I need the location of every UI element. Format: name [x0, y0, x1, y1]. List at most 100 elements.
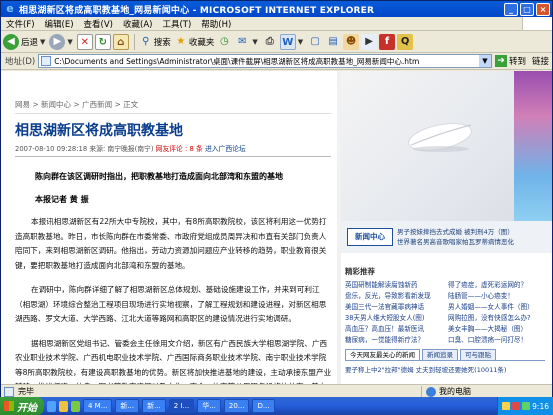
forward-button[interactable]: ▶ ▼ — [49, 32, 74, 52]
desktop-quicklaunch-icon[interactable] — [71, 400, 80, 412]
address-bar: 地址(D) C:\Documents and Settings\Administ… — [1, 53, 552, 70]
taskbar-button[interactable]: 新... — [142, 399, 166, 413]
links-button[interactable]: 链接 — [529, 55, 552, 67]
folder-quicklaunch-icon[interactable] — [59, 400, 68, 412]
research-button[interactable]: ▤ — [325, 32, 341, 52]
stop-button[interactable]: ✕ — [76, 32, 93, 52]
breadcrumb[interactable]: 网易 > 新闻中心 > 广西新闻 > 正文 — [15, 97, 331, 114]
mail-icon: ✉ — [238, 35, 247, 47]
recommend-link[interactable]: 英国研制能解读腐蚀新药 — [345, 280, 446, 291]
flash-button[interactable]: f — [379, 32, 396, 52]
stop-icon: ✕ — [76, 33, 93, 50]
tab-hot-news[interactable]: 今天网友最关心的新闻 — [345, 349, 420, 360]
recommend-link[interactable]: 网购拉图，没有快感怎么办? — [448, 313, 549, 324]
menu-view[interactable]: 查看(V) — [79, 18, 118, 30]
article-paragraph: 据相思湖新区党组书记、管委会主任徐用文介绍，新区有广西民族大学相思湖学院、广西农… — [15, 338, 332, 385]
news-tabs: 今天网友最关心的新闻 新闻追录 可与跟贴 — [345, 349, 545, 361]
recommend-link[interactable]: 糖尿病，一觉能得新疗法？ — [345, 335, 446, 346]
recommend-link[interactable]: 陆肠管——小心癌变！ — [448, 291, 549, 302]
print-button[interactable]: ⎙ — [262, 32, 278, 52]
taskbar-button[interactable]: 新... — [115, 399, 140, 413]
taskbar-button[interactable]: D... — [252, 399, 275, 413]
go-button[interactable]: ➜ 转到 — [492, 55, 529, 67]
toolbar-divider — [133, 33, 135, 50]
refresh-button[interactable]: ↻ — [94, 32, 111, 52]
start-label: 开始 — [17, 402, 37, 414]
menu-tools[interactable]: 工具(T) — [157, 18, 196, 30]
menu-favorites[interactable]: 收藏(A) — [118, 18, 157, 30]
article-meta: 2007-08-10 09:28:18 来源: 南宁晚报(南宁) 网友评论 : … — [15, 143, 341, 153]
tray-icon[interactable] — [522, 402, 531, 410]
news-headline-link[interactable]: 男子按妹摔挡去式成婚 被判刑4万（图） — [397, 227, 514, 237]
search-icon: ⚲ — [142, 35, 150, 47]
mail-button[interactable]: ✉ ▼ — [234, 32, 259, 52]
go-label: 转到 — [508, 57, 526, 67]
history-button[interactable]: ◷ — [216, 32, 232, 52]
clock[interactable]: 9:16 — [532, 402, 549, 411]
minimize-button[interactable]: _ — [504, 2, 518, 16]
page-content: 网易 > 新闻中心 > 广西新闻 > 正文 相思湖新区将成高职教基地 2007-… — [1, 71, 552, 384]
recommend-link[interactable]: 美国三代一法官藏罪病神话 — [345, 302, 446, 313]
maximize-button[interactable]: □ — [520, 2, 534, 16]
home-button[interactable]: ⌂ — [112, 32, 129, 52]
taskbar-button[interactable]: 2 I... — [168, 399, 195, 413]
back-button[interactable]: ◀ 后退 ▼ — [3, 32, 47, 52]
toolbar: ◀ 后退 ▼ ▶ ▼ ✕ ↻ ⌂ ⚲ 搜索 ★ 收藏夹 ◷ ✉ ▼ ⎙ W ▼ … — [1, 31, 552, 53]
sidebar: 新闻中心 男子按妹摔挡去式成婚 被判刑4万（图） 世界著名男高音歌唱家帕瓦罗蒂病… — [341, 71, 552, 384]
edit-button[interactable]: W ▼ — [279, 32, 305, 52]
close-button[interactable]: × — [536, 2, 550, 16]
news-headline-link[interactable]: 世界著名男高音歌唱家帕瓦罗蒂病情恶化 — [397, 237, 514, 247]
tab-replies[interactable]: 可与跟贴 — [460, 349, 496, 360]
discuss-button[interactable]: ▢ — [307, 32, 323, 52]
recommend-link[interactable]: 38天男人维大短股女人(图) — [345, 313, 446, 324]
page-icon — [4, 386, 14, 397]
status-left: 完毕 — [1, 386, 421, 397]
address-dropdown-icon[interactable]: ▼ — [478, 55, 491, 67]
forward-arrow-icon: ▶ — [49, 33, 66, 50]
menu-help[interactable]: 帮助(H) — [196, 18, 236, 30]
menu-file[interactable]: 文件(F) — [1, 18, 40, 30]
menu-edit[interactable]: 编辑(E) — [40, 18, 79, 30]
chevron-down-icon: ▼ — [40, 37, 46, 46]
address-input[interactable]: C:\Documents and Settings\Administrator\… — [38, 54, 492, 68]
hot-news-link[interactable]: 要子称上中2"拉邦"德姆 丈夫到轻坡还要她死(10011条) — [345, 365, 549, 375]
article-lead: 陈向群在该区调研时指出，把职教基地打造成面向北部湾和东盟的基地 — [35, 172, 283, 181]
chevron-down-icon: ▼ — [252, 37, 258, 46]
tray-icon[interactable] — [502, 402, 511, 410]
article-column: 网易 > 新闻中心 > 广西新闻 > 正文 相思湖新区将成高职教基地 2007-… — [1, 71, 341, 384]
messenger-icon: ☻ — [343, 33, 360, 50]
favorites-button[interactable]: ★ 收藏夹 — [173, 32, 215, 52]
search-button[interactable]: ⚲ 搜索 — [138, 32, 171, 52]
news-center-logo[interactable]: 新闻中心 — [347, 228, 393, 246]
messenger-button[interactable]: ☻ — [343, 32, 360, 52]
comment-link[interactable]: 网友评论 : 8 条 — [156, 145, 203, 153]
taskbar-button[interactable]: 20... — [223, 399, 250, 413]
recommend-link[interactable]: 高血压？高血压！最新医讯 — [345, 324, 446, 335]
recommend-link[interactable]: 美女丰胸——大揭秘（图） — [448, 324, 549, 335]
tray-icon[interactable] — [512, 402, 521, 410]
windows-flag-icon — [4, 401, 14, 411]
title-bar[interactable]: e 相思湖新区将成高职教基地_网易新闻中心 - MICROSOFT INTERN… — [1, 1, 552, 17]
recommend-link[interactable]: 口臭、口腔溃疡一问打尽！ — [448, 335, 549, 346]
recommend-link[interactable]: 男人婚姻——女人事件（图） — [448, 302, 549, 313]
status-bar: 完毕 我的电脑 — [1, 384, 552, 398]
article-reporter: 本报记者 黄 振 — [35, 195, 89, 204]
start-button[interactable]: 开始 — [0, 397, 44, 415]
qq-button[interactable]: Q — [397, 32, 414, 52]
edit-icon: W — [279, 33, 296, 50]
recommend-link[interactable]: 得了癌症，虚死彩运网的？ — [448, 280, 549, 291]
taskbar-button[interactable]: 4 M... — [83, 399, 113, 413]
forum-link[interactable]: 进入广西论坛 — [205, 145, 246, 153]
home-icon: ⌂ — [112, 33, 129, 50]
zone-text: 我的电脑 — [439, 387, 471, 396]
page-icon — [41, 56, 52, 66]
tab-news-follow[interactable]: 新闻追录 — [422, 349, 458, 360]
ie-quicklaunch-icon[interactable] — [47, 400, 56, 412]
favorites-label: 收藏夹 — [188, 37, 215, 48]
feather-banner-image[interactable] — [341, 71, 552, 221]
go-arrow-icon: ➜ — [494, 55, 507, 67]
media-button[interactable]: ▶ — [361, 32, 378, 52]
recommend-link[interactable]: 盘乐，反光，导致影看新发现 — [345, 291, 446, 302]
window-title: 相思湖新区将成高职教基地_网易新闻中心 - MICROSOFT INTERNET… — [19, 5, 375, 16]
taskbar-button[interactable]: 华... — [197, 399, 221, 413]
